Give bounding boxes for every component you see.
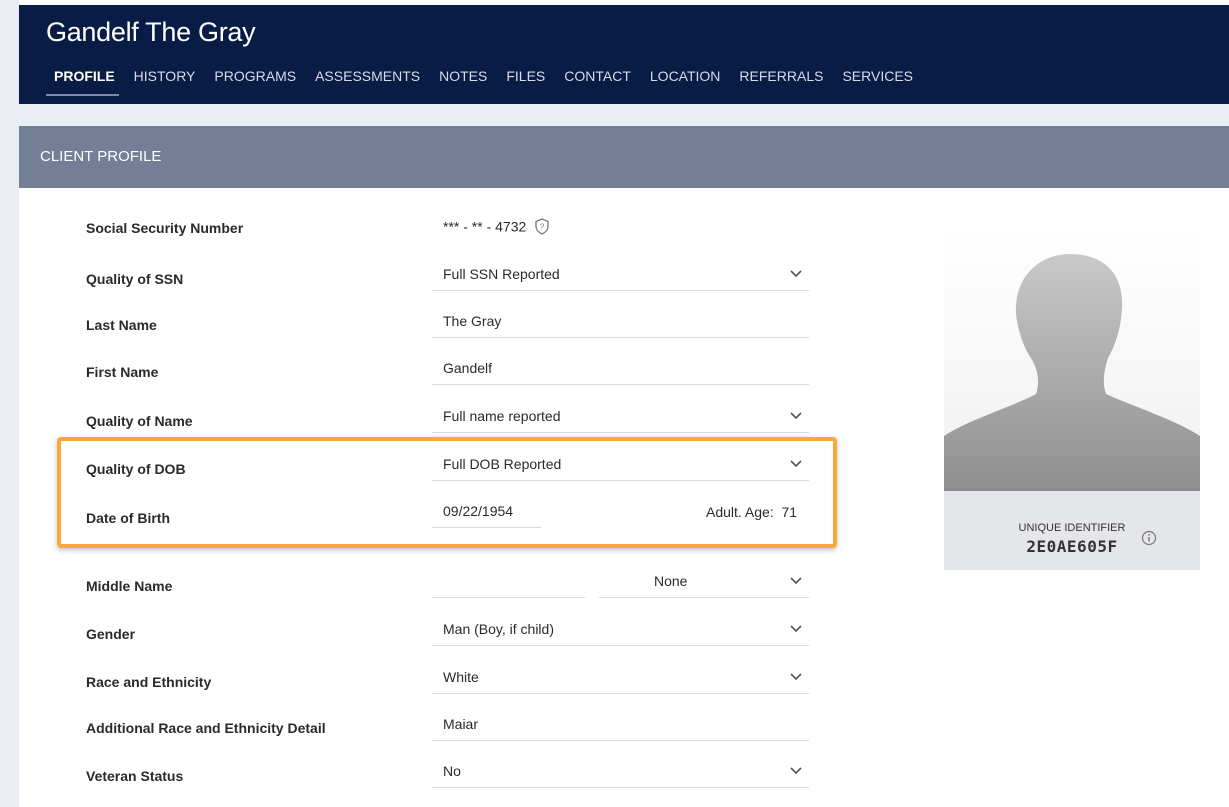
ssn-value: *** - ** - 4732 [443, 218, 527, 235]
app-header: Gandelf The Gray PROFILE HISTORY PROGRAM… [19, 5, 1229, 104]
name-suffix-select[interactable]: None [599, 568, 809, 598]
avatar-silhouette-icon [944, 254, 1200, 491]
middle-name-label: Middle Name [86, 578, 173, 594]
profile-photo-placeholder[interactable] [944, 224, 1200, 491]
race-label: Race and Ethnicity [86, 674, 212, 690]
tab-files[interactable]: FILES [506, 68, 545, 96]
nav-tabs: PROFILE HISTORY PROGRAMS ASSESSMENTS NOT… [46, 68, 932, 96]
name-quality-value: Full name reported [443, 408, 561, 424]
ssn-value-wrap: *** - ** - 4732 ? [443, 218, 550, 238]
spacer-band [19, 104, 1229, 126]
section-title: CLIENT PROFILE [40, 148, 162, 165]
last-name-value: The Gray [443, 313, 502, 329]
shield-question-icon[interactable]: ? [534, 218, 550, 238]
section-header: CLIENT PROFILE [19, 126, 1229, 188]
tab-history[interactable]: HISTORY [134, 68, 196, 96]
chevron-down-icon [790, 577, 802, 587]
name-quality-select[interactable]: Full name reported [432, 403, 809, 433]
first-name-value: Gandelf [443, 360, 493, 376]
race-select[interactable]: White [432, 664, 809, 694]
veteran-value: No [443, 763, 461, 779]
tab-assessments[interactable]: ASSESSMENTS [315, 68, 420, 96]
first-name-label: First Name [86, 364, 159, 380]
tab-location[interactable]: LOCATION [650, 68, 721, 96]
gender-label: Gender [86, 626, 136, 642]
ssn-quality-label: Quality of SSN [86, 271, 184, 287]
left-gutter [0, 0, 19, 807]
tab-profile[interactable]: PROFILE [46, 68, 119, 96]
last-name-label: Last Name [86, 317, 157, 333]
ssn-label: Social Security Number [86, 220, 244, 236]
tab-referrals[interactable]: REFERRALS [739, 68, 823, 96]
tab-services[interactable]: SERVICES [842, 68, 913, 96]
ssn-quality-value: Full SSN Reported [443, 266, 560, 282]
middle-name-input[interactable] [432, 568, 585, 598]
gender-select[interactable]: Man (Boy, if child) [432, 616, 809, 646]
chevron-down-icon [790, 270, 802, 280]
veteran-label: Veteran Status [86, 768, 184, 784]
last-name-input[interactable]: The Gray [432, 308, 809, 338]
chevron-down-icon [790, 625, 802, 635]
tab-programs[interactable]: PROGRAMS [214, 68, 296, 96]
race-detail-input[interactable]: Maiar [432, 711, 809, 741]
gender-value: Man (Boy, if child) [443, 621, 554, 637]
svg-text:?: ? [540, 223, 545, 232]
first-name-input[interactable]: Gandelf [432, 355, 809, 385]
name-suffix-value: None [654, 573, 688, 589]
tab-notes[interactable]: NOTES [439, 68, 487, 96]
race-detail-value: Maiar [443, 716, 479, 732]
profile-card: UNIQUE IDENTIFIER 2E0AE605F [944, 224, 1200, 570]
chevron-down-icon [790, 767, 802, 777]
uid-label: UNIQUE IDENTIFIER [1018, 522, 1126, 534]
uid-value: 2E0AE605F [1026, 537, 1118, 556]
chevron-down-icon [790, 412, 802, 422]
race-value: White [443, 669, 479, 685]
info-icon[interactable] [1141, 530, 1157, 546]
ssn-quality-select[interactable]: Full SSN Reported [432, 261, 809, 291]
tab-contact[interactable]: CONTACT [564, 68, 631, 96]
chevron-down-icon [790, 673, 802, 683]
client-name-title: Gandelf The Gray [46, 17, 256, 47]
veteran-select[interactable]: No [432, 758, 809, 788]
race-detail-label: Additional Race and Ethnicity Detail [86, 720, 326, 736]
highlight-box [57, 437, 837, 548]
name-quality-label: Quality of Name [86, 413, 193, 429]
